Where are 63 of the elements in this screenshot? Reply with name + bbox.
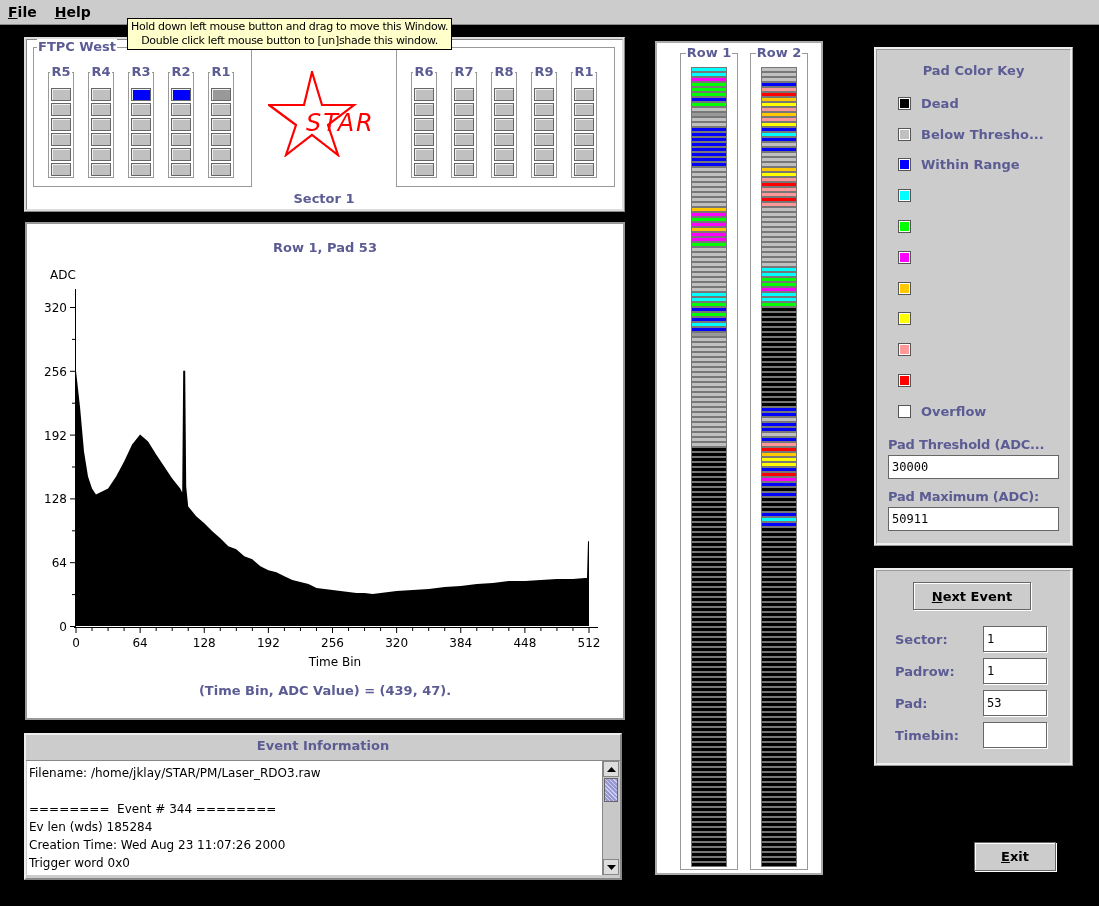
menu-item[interactable]: Help (52, 4, 93, 20)
scrollbar[interactable] (602, 761, 619, 875)
legend-label: Overflow (921, 403, 987, 419)
legend-label: Dead (921, 95, 959, 111)
tick-label: 256 (44, 364, 67, 379)
column-label: R2 (170, 64, 192, 79)
tooltip-text: Hold down left mouse button and drag to move this Window. (131, 20, 449, 34)
axis-title: Time Bin (308, 655, 362, 669)
tick-label: 192 (256, 636, 280, 650)
column-label: R3 (130, 64, 152, 79)
legend-label: Below Thresho... (921, 126, 1044, 142)
up-arrow-icon (606, 766, 616, 772)
readout-text: (Time Bin, ADC Value) = (439, 47). (197, 683, 453, 698)
field-label: Sector: (895, 631, 949, 647)
tick-label: 0 (59, 620, 67, 634)
column-label: R1 (573, 64, 595, 79)
input-field[interactable]: 50911 (888, 506, 1059, 531)
menu-item[interactable]: File (6, 4, 39, 20)
input-field[interactable] (983, 722, 1047, 748)
tick-label: 64 (51, 556, 67, 571)
panel-title: Pad Color Key (921, 63, 1026, 80)
scroll-thumb[interactable] (604, 778, 618, 802)
tick-label: 192 (44, 428, 67, 443)
sector-label: Sector 1 (292, 191, 356, 206)
input-field[interactable]: 30000 (888, 454, 1059, 479)
tick-label: 0 (72, 636, 80, 650)
tick-label: 384 (449, 636, 473, 650)
field-label: Pad: (895, 695, 929, 711)
input-field[interactable]: 1 (983, 626, 1047, 652)
tick-label: 128 (44, 492, 67, 507)
group-title: Row 1 (685, 45, 733, 60)
field-label: Pad Maximum (ADC): (888, 488, 1041, 506)
tick-label: 448 (513, 636, 537, 650)
scroll-button[interactable] (603, 761, 619, 777)
legend-label: Within Range (921, 157, 1020, 173)
scroll-button[interactable] (603, 859, 619, 875)
column-label: R7 (453, 64, 475, 79)
tooltip-text: Double click left mouse button to [un]shade this window. (140, 34, 439, 48)
chart-title: Row 1, Pad 53 (272, 240, 378, 257)
tick-label: 320 (44, 301, 67, 315)
column-label: R4 (90, 64, 112, 79)
tick-label: 64 (132, 636, 148, 650)
field-label: Timebin: (895, 727, 960, 743)
input-field[interactable]: 53 (983, 690, 1047, 716)
tick-label: 320 (385, 636, 409, 650)
column-label: R8 (493, 64, 515, 79)
tick-label: 128 (192, 636, 216, 650)
tick-label: 512 (577, 636, 601, 650)
input-field[interactable]: 1 (983, 658, 1047, 684)
next-event-button[interactable]: Next Event (913, 582, 1031, 610)
field-label: Padrow: (895, 663, 956, 679)
group-title: FTPC West (37, 39, 117, 54)
group-title: Row 2 (755, 45, 803, 60)
column-label: R1 (210, 64, 232, 79)
down-arrow-icon (606, 864, 616, 870)
column-label: R6 (413, 64, 435, 79)
column-label: R5 (50, 64, 72, 79)
exit-button[interactable]: Exit (974, 842, 1056, 871)
text-area: Filename: /home/jklay/STAR/PM/Laser_RDO3.raw ======== Event # 344 ======== Ev len (wds) 185284 Creation Time: Wed Aug 23 11:07:26 2000 Trigger word 0x0 (27, 761, 602, 875)
axis-title: ADC (50, 268, 76, 282)
column-label: R9 (533, 64, 555, 79)
tick-label: 256 (321, 636, 344, 650)
field-label: Pad Threshold (ADC... (888, 436, 1046, 454)
